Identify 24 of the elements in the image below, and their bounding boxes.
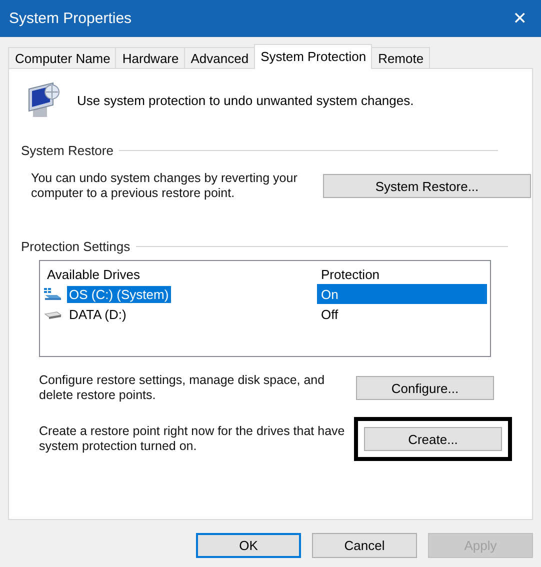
description-text: Use system protection to undo unwanted system changes.: [77, 92, 414, 108]
computer-shield-icon: [27, 81, 61, 119]
close-button[interactable]: ✕: [508, 8, 531, 28]
protection-status: Off: [320, 306, 340, 324]
section-heading: System Restore: [21, 143, 114, 158]
configure-button[interactable]: Configure...: [356, 376, 494, 400]
dialog-button[interactable]: OK: [196, 533, 301, 558]
column-header: Available Drives: [46, 266, 141, 282]
tab[interactable]: Remote: [371, 47, 430, 68]
create-button[interactable]: Create...: [364, 427, 502, 451]
protection-status: On: [317, 284, 487, 304]
description-text: You can undo system changes by reverting your computer to a previous restore point.: [31, 171, 298, 201]
drive-name[interactable]: OS (C:) (System): [67, 286, 171, 302]
description-text: Create a restore point right now for the drives that have system protection turned on.: [39, 424, 346, 454]
tab[interactable]: Computer Name: [8, 47, 116, 68]
system-restore-button[interactable]: System Restore...: [323, 174, 531, 198]
drive-name[interactable]: DATA (D:): [67, 306, 128, 322]
column-header: Protection: [320, 266, 380, 282]
tab[interactable]: System Protection: [254, 44, 372, 69]
section-heading: Protection Settings: [21, 239, 130, 254]
window-title: System Properties: [9, 10, 132, 27]
drive-icon: [43, 287, 63, 301]
dialog-button[interactable]: Cancel: [312, 533, 417, 558]
description-text: Configure restore settings, manage disk space, and delete restore points.: [39, 373, 326, 403]
